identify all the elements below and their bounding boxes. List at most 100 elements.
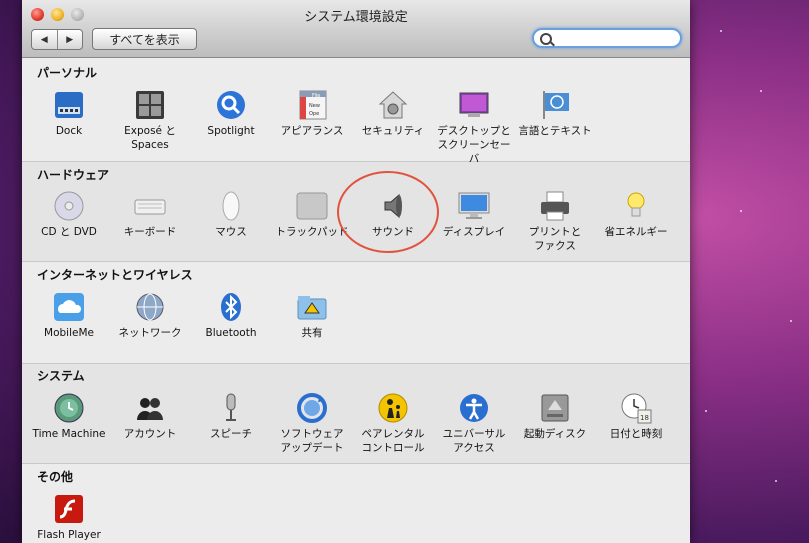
pref-network[interactable]: ネットワーク — [110, 291, 190, 340]
flash-player-icon — [53, 493, 85, 525]
pref-sharing[interactable]: 共有 — [272, 291, 352, 340]
pref-label: ユニバーサル アクセス — [442, 428, 506, 454]
section-title: その他 — [37, 470, 74, 484]
pref-startup-disk[interactable]: 起動ディスク — [515, 392, 595, 441]
pref-label: マウス — [215, 226, 247, 238]
pref-software-update[interactable]: ソフトウェア アップデート — [272, 392, 352, 455]
pref-label: アピアランス — [280, 125, 344, 137]
pref-label: ペアレンタル コントロール — [361, 428, 425, 454]
pref-label: ソフトウェア アップデート — [280, 428, 344, 454]
network-globe-icon — [134, 291, 166, 323]
pref-language-text[interactable]: 言語とテキスト — [515, 89, 595, 138]
trackpad-icon — [296, 190, 328, 222]
pref-label: Time Machine — [32, 428, 106, 440]
pref-label: スピーチ — [210, 428, 252, 440]
pref-label: Dock — [55, 125, 83, 137]
pref-parental-controls[interactable]: ペアレンタル コントロール — [353, 392, 433, 455]
section-title: パーソナル — [37, 66, 98, 80]
sound-highlight-circle — [337, 171, 439, 253]
new-menu-text: New — [309, 103, 320, 109]
pref-cd-dvd[interactable]: CD と DVD — [29, 190, 109, 239]
pref-label: CD と DVD — [41, 226, 97, 238]
pref-flash-player[interactable]: Flash Player — [29, 493, 109, 542]
spotlight-icon — [215, 89, 247, 121]
pref-universal-access[interactable]: ユニバーサル アクセス — [434, 392, 514, 455]
pref-mobileme[interactable]: MobileMe — [29, 291, 109, 340]
pref-label: 共有 — [301, 327, 323, 339]
pref-energy-saver[interactable]: 省エネルギー — [596, 190, 676, 239]
pref-displays[interactable]: ディスプレイ — [434, 190, 514, 239]
universal-access-icon — [458, 392, 490, 424]
cd-dvd-icon — [53, 190, 85, 222]
back-button[interactable]: ◀ — [32, 30, 57, 49]
pref-label: ディスプレイ — [442, 226, 506, 238]
pref-label: 日付と時刻 — [609, 428, 663, 440]
appearance-icon: File New Ope — [296, 89, 328, 121]
section-title: システム — [37, 369, 85, 383]
pref-spotlight[interactable]: Spotlight — [191, 89, 271, 138]
pref-time-machine[interactable]: Time Machine — [29, 392, 109, 441]
startup-disk-icon — [539, 392, 571, 424]
printer-icon — [539, 190, 571, 222]
pref-security[interactable]: セキュリティ — [353, 89, 433, 138]
title-bar: システム環境設定 ◀ ▶ すべてを表示 — [22, 0, 690, 58]
open-menu-text: Ope — [309, 111, 319, 117]
keyboard-icon — [134, 190, 166, 222]
pref-label: Exposé と Spaces — [124, 125, 176, 151]
pref-label: ネットワーク — [118, 327, 182, 339]
mobileme-cloud-icon — [53, 291, 85, 323]
pref-mouse[interactable]: マウス — [191, 190, 271, 239]
search-field[interactable] — [532, 28, 682, 48]
forward-button[interactable]: ▶ — [56, 30, 83, 49]
display-icon — [458, 190, 490, 222]
show-all-button[interactable]: すべてを表示 — [92, 28, 197, 50]
window-title: システム環境設定 — [304, 10, 408, 25]
pref-date-time[interactable]: 18 日付と時刻 — [596, 392, 676, 441]
pref-label: Bluetooth — [205, 327, 257, 339]
security-house-icon — [377, 89, 409, 121]
pref-bluetooth[interactable]: Bluetooth — [191, 291, 271, 340]
dock-icon — [53, 89, 85, 121]
pref-print-fax[interactable]: プリントと ファクス — [515, 190, 595, 253]
back-forward-control: ◀ ▶ — [31, 29, 83, 50]
lightbulb-icon — [620, 190, 652, 222]
file-menu-text: File — [312, 93, 320, 99]
calendar-day: 18 — [640, 414, 649, 422]
section-title: インターネットとワイヤレス — [37, 268, 193, 282]
pref-label: Flash Player — [37, 529, 101, 541]
un-flag-icon — [539, 89, 571, 121]
pref-appearance[interactable]: File New Ope アピアランス — [272, 89, 352, 138]
pref-label: 省エネルギー — [604, 226, 668, 238]
expose-spaces-icon — [134, 89, 166, 121]
pref-desktop-screensaver[interactable]: デスクトップと スクリーンセーバ — [434, 89, 514, 166]
pref-label: アカウント — [123, 428, 177, 440]
microphone-icon — [215, 392, 247, 424]
accounts-users-icon — [134, 392, 166, 424]
pref-label: プリントと ファクス — [528, 226, 582, 252]
pref-keyboard[interactable]: キーボード — [110, 190, 190, 239]
section-other: その他 — [22, 464, 690, 543]
search-icon — [540, 33, 552, 45]
system-preferences-window: システム環境設定 ◀ ▶ すべてを表示 パーソナル ハードウェア インターネット… — [22, 0, 690, 543]
pref-expose-spaces[interactable]: Exposé と Spaces — [110, 89, 190, 152]
pref-accounts[interactable]: アカウント — [110, 392, 190, 441]
section-title: ハードウェア — [37, 168, 110, 182]
bluetooth-icon — [215, 291, 247, 323]
software-update-icon — [296, 392, 328, 424]
clock-calendar-icon: 18 — [620, 392, 652, 424]
pref-label: 起動ディスク — [523, 428, 587, 440]
time-machine-icon — [53, 392, 85, 424]
pref-speech[interactable]: スピーチ — [191, 392, 271, 441]
desktop-screensaver-icon — [458, 89, 490, 121]
pref-label: デスクトップと スクリーンセーバ — [437, 125, 511, 165]
search-input[interactable] — [554, 31, 678, 47]
pref-label: 言語とテキスト — [518, 125, 592, 137]
pref-label: キーボード — [123, 226, 177, 238]
pref-label: Spotlight — [207, 125, 255, 137]
pref-label: MobileMe — [44, 327, 94, 339]
pref-label: セキュリティ — [361, 125, 425, 137]
mouse-icon — [215, 190, 247, 222]
pref-dock[interactable]: Dock — [29, 89, 109, 138]
sharing-folder-icon — [296, 291, 328, 323]
parental-controls-icon — [377, 392, 409, 424]
